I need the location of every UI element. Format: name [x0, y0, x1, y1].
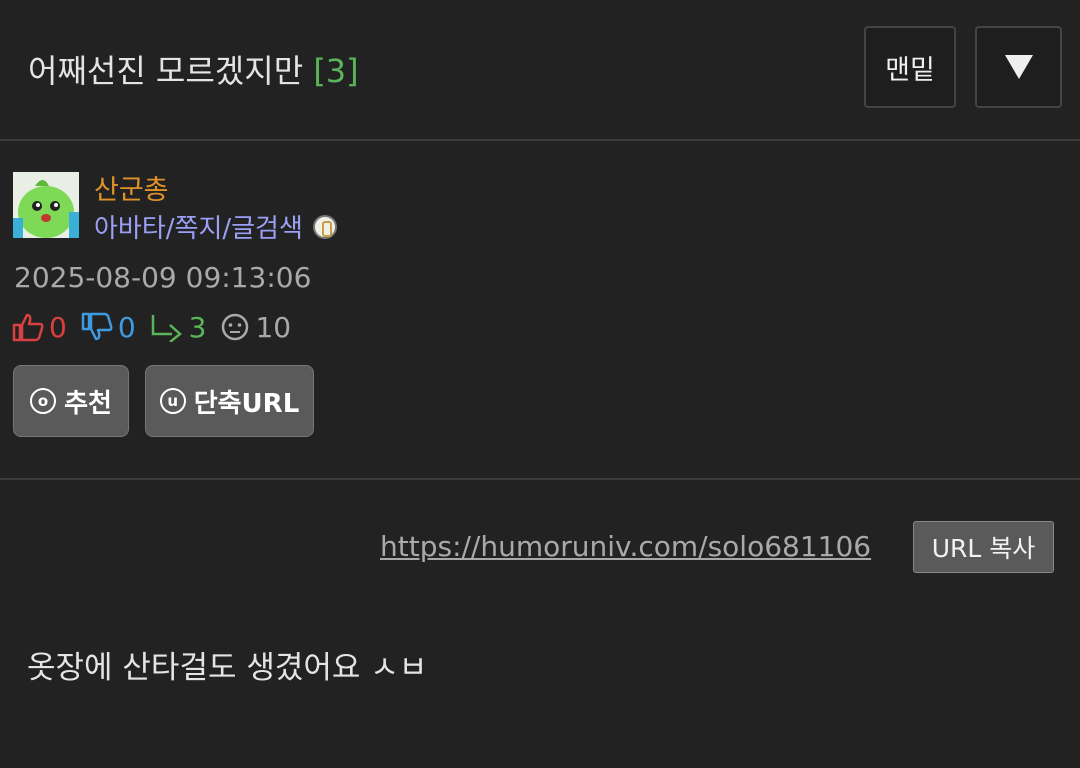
short-url-circle-icon: u — [159, 388, 186, 414]
downvote-stat: 0 — [81, 311, 136, 344]
post-title: 어째선진 모르겠지만 [3] — [28, 46, 359, 92]
recommend-label: 추천 — [64, 388, 112, 419]
post-date: 2025-08-09 09:13:06 — [14, 261, 312, 294]
avatar[interactable] — [13, 172, 79, 238]
upvote-count: 0 — [49, 310, 67, 344]
comment-count: [3] — [313, 52, 359, 90]
thumbs-up-icon — [12, 313, 44, 342]
author-nickname[interactable]: 산군총 — [94, 168, 169, 207]
view-count: 10 — [255, 310, 292, 344]
short-url-label: 단축URL — [193, 388, 300, 419]
post-header: 어째선진 모르겠지만 [3] 맨밑 — [0, 0, 1080, 141]
author-links-label[interactable]: 아바타/쪽지/글검색 — [94, 208, 303, 245]
post-title-text: 어째선진 모르겠지만 — [28, 52, 304, 90]
view-face-icon — [222, 313, 249, 341]
recommend-circle-icon: o — [30, 388, 57, 414]
reply-arrow-icon — [151, 315, 182, 342]
medal-icon — [312, 214, 337, 239]
go-bottom-button[interactable]: 맨밑 — [864, 26, 956, 108]
post-url-link[interactable]: https://humoruniv.com/solo681106 — [380, 530, 871, 563]
copy-url-button[interactable]: URL 복사 — [913, 521, 1054, 573]
triangle-down-icon — [1004, 55, 1033, 79]
thumbs-down-icon — [81, 312, 113, 341]
recommend-button[interactable]: o 추천 — [13, 365, 129, 437]
reply-stat: 3 — [150, 310, 207, 344]
dropdown-menu-button[interactable] — [975, 26, 1062, 108]
section-divider — [0, 478, 1080, 480]
post-stats: 0 0 3 10 — [12, 309, 305, 345]
short-url-button[interactable]: u 단축URL — [145, 365, 314, 437]
upvote-stat: 0 — [12, 311, 67, 344]
downvote-count: 0 — [117, 310, 136, 344]
view-stat: 10 — [220, 311, 291, 344]
reply-count: 3 — [188, 310, 207, 344]
avatar-image — [13, 172, 79, 238]
author-links: 아바타/쪽지/글검색 — [94, 208, 337, 245]
post-body: 옷장에 산타걸도 생겼어요 ㅅㅂ — [27, 650, 428, 686]
